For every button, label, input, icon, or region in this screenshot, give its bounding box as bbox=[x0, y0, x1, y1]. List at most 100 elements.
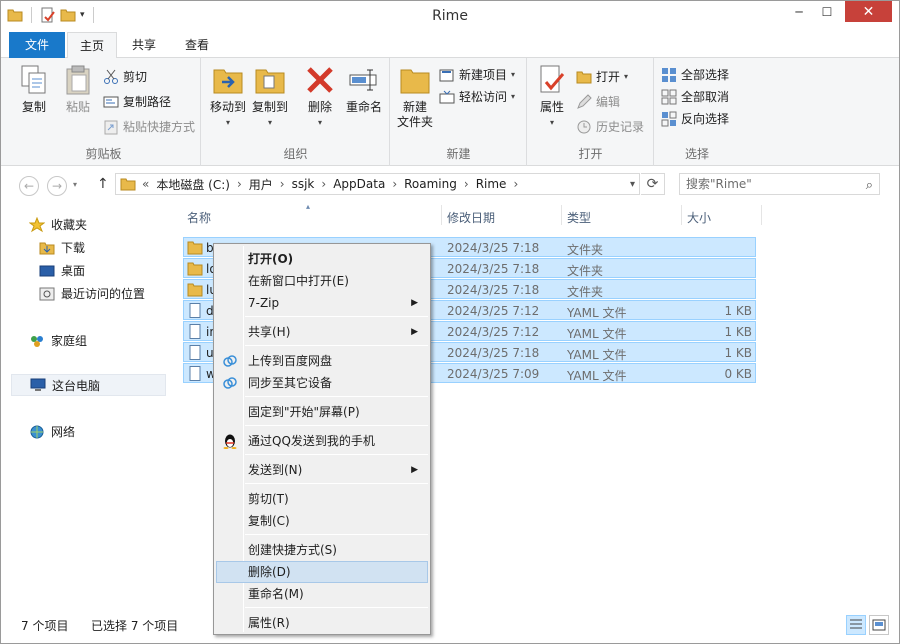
chevron-right-icon[interactable]: › bbox=[319, 177, 328, 191]
chevron-right-icon[interactable]: › bbox=[511, 177, 520, 191]
rename-label: 重命名 bbox=[345, 100, 382, 114]
menu-item-open-new-window[interactable]: 在新窗口中打开(E) bbox=[216, 270, 428, 292]
chevron-right-icon[interactable]: › bbox=[462, 177, 471, 191]
nav-desktop[interactable]: 桌面 bbox=[39, 262, 85, 279]
menu-item-copy[interactable]: 复制(C) bbox=[216, 510, 428, 532]
paste-button[interactable]: 粘贴 bbox=[59, 64, 97, 115]
invert-selection-icon bbox=[661, 111, 677, 126]
copy-to-label: 复制到 bbox=[251, 100, 288, 114]
tab-file[interactable]: 文件 bbox=[9, 32, 65, 58]
menu-item-delete[interactable]: 删除(D) bbox=[216, 561, 428, 583]
downloads-folder-icon bbox=[39, 242, 55, 254]
nav-this-pc[interactable]: 这台电脑 bbox=[11, 374, 166, 396]
close-button[interactable]: ✕ bbox=[845, 1, 892, 22]
network-icon bbox=[30, 425, 44, 438]
back-button[interactable]: ← bbox=[19, 176, 39, 196]
column-divider[interactable] bbox=[761, 205, 762, 225]
column-size[interactable]: 大小 bbox=[687, 209, 711, 229]
cut-button[interactable]: 剪切 bbox=[103, 68, 147, 85]
breadcrumb-item[interactable]: Roaming bbox=[399, 177, 462, 191]
select-none-button[interactable]: 全部取消 bbox=[661, 88, 729, 105]
address-bar[interactable]: « 本地磁盘 (C:) › 用户 › ssjk › AppData › Roam… bbox=[115, 173, 640, 195]
nav-homegroup[interactable]: 家庭组 bbox=[29, 332, 87, 349]
column-name[interactable]: 名称 bbox=[187, 209, 211, 229]
breadcrumb-item[interactable]: 用户 bbox=[244, 176, 278, 193]
address-dropdown-icon[interactable]: ▾ bbox=[630, 179, 635, 190]
breadcrumb-item[interactable]: ssjk bbox=[287, 177, 320, 191]
menu-item-sync-devices[interactable]: 同步至其它设备 bbox=[216, 372, 428, 394]
file-type: 文件夹 bbox=[567, 243, 604, 257]
up-arrow-icon[interactable]: ↑ bbox=[97, 176, 109, 192]
overflow-chevron[interactable]: « bbox=[136, 177, 151, 191]
minimize-button[interactable]: ─ bbox=[785, 1, 813, 22]
edit-button[interactable]: 编辑 bbox=[576, 93, 620, 110]
homegroup-icon bbox=[31, 335, 43, 347]
maximize-button[interactable]: ☐ bbox=[813, 1, 841, 22]
chevron-right-icon[interactable]: › bbox=[235, 177, 244, 191]
file-modified: 2024/3/25 7:12 bbox=[447, 325, 540, 339]
copy-path-button[interactable]: 复制路径 bbox=[103, 93, 171, 110]
move-to-button[interactable]: 移动到 ▾ bbox=[208, 64, 248, 130]
delete-ribbon-button[interactable]: 删除 ▾ bbox=[302, 64, 338, 130]
menu-item-send-to[interactable]: 发送到(N) ▶ bbox=[216, 459, 428, 481]
easy-access-label: 轻松访问 bbox=[459, 90, 508, 104]
new-item-button[interactable]: 新建项目 ▾ bbox=[439, 66, 515, 83]
nav-recent[interactable]: 最近访问的位置 bbox=[39, 285, 145, 302]
large-icons-view-button[interactable] bbox=[869, 615, 889, 635]
menu-item-upload-baidu[interactable]: 上传到百度网盘 bbox=[216, 350, 428, 372]
tab-view[interactable]: 查看 bbox=[171, 32, 223, 58]
nav-favorites[interactable]: 收藏夹 bbox=[29, 216, 87, 233]
navigation-bar: ← → ▾ ↑ « 本地磁盘 (C:) › 用户 › ssjk › AppDat… bbox=[1, 167, 899, 203]
copy-path-icon bbox=[103, 96, 119, 107]
select-all-button[interactable]: 全部选择 bbox=[661, 66, 729, 83]
forward-button[interactable]: → bbox=[47, 176, 67, 196]
history-button[interactable]: 历史记录 bbox=[576, 118, 644, 135]
copy-button[interactable]: 复制 bbox=[15, 64, 53, 115]
menu-item-open[interactable]: 打开(O) bbox=[216, 248, 428, 270]
tab-home[interactable]: 主页 bbox=[67, 32, 117, 59]
refresh-button[interactable]: ⟳ bbox=[641, 173, 665, 195]
file-size: 1 KB bbox=[724, 325, 752, 339]
select-group: 全部选择 全部取消 反向选择 选择 bbox=[655, 58, 739, 166]
search-icon[interactable]: ⌕ bbox=[866, 176, 873, 196]
nav-downloads[interactable]: 下载 bbox=[39, 239, 85, 256]
menu-item-rename[interactable]: 重命名(M) bbox=[216, 583, 428, 605]
recent-locations-icon[interactable]: ▾ bbox=[73, 180, 77, 189]
menu-item-cut[interactable]: 剪切(T) bbox=[216, 488, 428, 510]
details-view-button[interactable] bbox=[846, 615, 866, 635]
column-divider[interactable] bbox=[441, 205, 442, 225]
rename-button[interactable]: 重命名 bbox=[342, 64, 386, 115]
tab-share[interactable]: 共享 bbox=[119, 32, 169, 58]
paste-shortcut-button[interactable]: 粘贴快捷方式 bbox=[103, 118, 195, 135]
menu-item-share[interactable]: 共享(H) ▶ bbox=[216, 321, 428, 343]
menu-separator bbox=[245, 483, 428, 484]
menu-item-create-shortcut[interactable]: 创建快捷方式(S) bbox=[216, 539, 428, 561]
column-divider[interactable] bbox=[681, 205, 682, 225]
menu-item-7zip[interactable]: 7-Zip ▶ bbox=[216, 292, 428, 314]
details-view-icon bbox=[850, 619, 862, 629]
chevron-right-icon[interactable]: › bbox=[390, 177, 399, 191]
file-type: 文件夹 bbox=[567, 285, 604, 299]
breadcrumb-item[interactable]: 本地磁盘 (C:) bbox=[151, 176, 235, 193]
search-input[interactable]: 搜索"Rime" ⌕ bbox=[679, 173, 880, 195]
ribbon: 复制 粘贴 剪切 复制路径 粘贴快捷方式 剪贴板 移动到 ▾ 复制到 ▾ 删除 … bbox=[1, 58, 899, 166]
breadcrumb-item[interactable]: Rime bbox=[471, 177, 512, 191]
properties-button[interactable]: 属性 ▾ bbox=[534, 64, 570, 130]
chevron-right-icon[interactable]: › bbox=[278, 177, 287, 191]
window-title: Rime bbox=[432, 8, 468, 24]
open-button[interactable]: 打开 ▾ bbox=[576, 68, 628, 85]
menu-item-send-qq[interactable]: 通过QQ发送到我的手机 bbox=[216, 430, 428, 452]
menu-item-pin-start[interactable]: 固定到"开始"屏幕(P) bbox=[216, 401, 428, 423]
column-type[interactable]: 类型 bbox=[567, 209, 591, 229]
easy-access-button[interactable]: 轻松访问 ▾ bbox=[439, 88, 515, 105]
nav-network[interactable]: 网络 bbox=[29, 423, 75, 440]
breadcrumb-item[interactable]: AppData bbox=[328, 177, 390, 191]
copy-to-button[interactable]: 复制到 ▾ bbox=[250, 64, 290, 130]
file-modified: 2024/3/25 7:18 bbox=[447, 241, 540, 255]
column-divider[interactable] bbox=[561, 205, 562, 225]
rename-icon bbox=[349, 69, 377, 91]
column-modified[interactable]: 修改日期 bbox=[447, 209, 495, 229]
new-folder-button[interactable]: 新建 文件夹 bbox=[395, 64, 435, 130]
invert-selection-button[interactable]: 反向选择 bbox=[661, 110, 729, 127]
open-label: 打开 bbox=[596, 70, 621, 84]
